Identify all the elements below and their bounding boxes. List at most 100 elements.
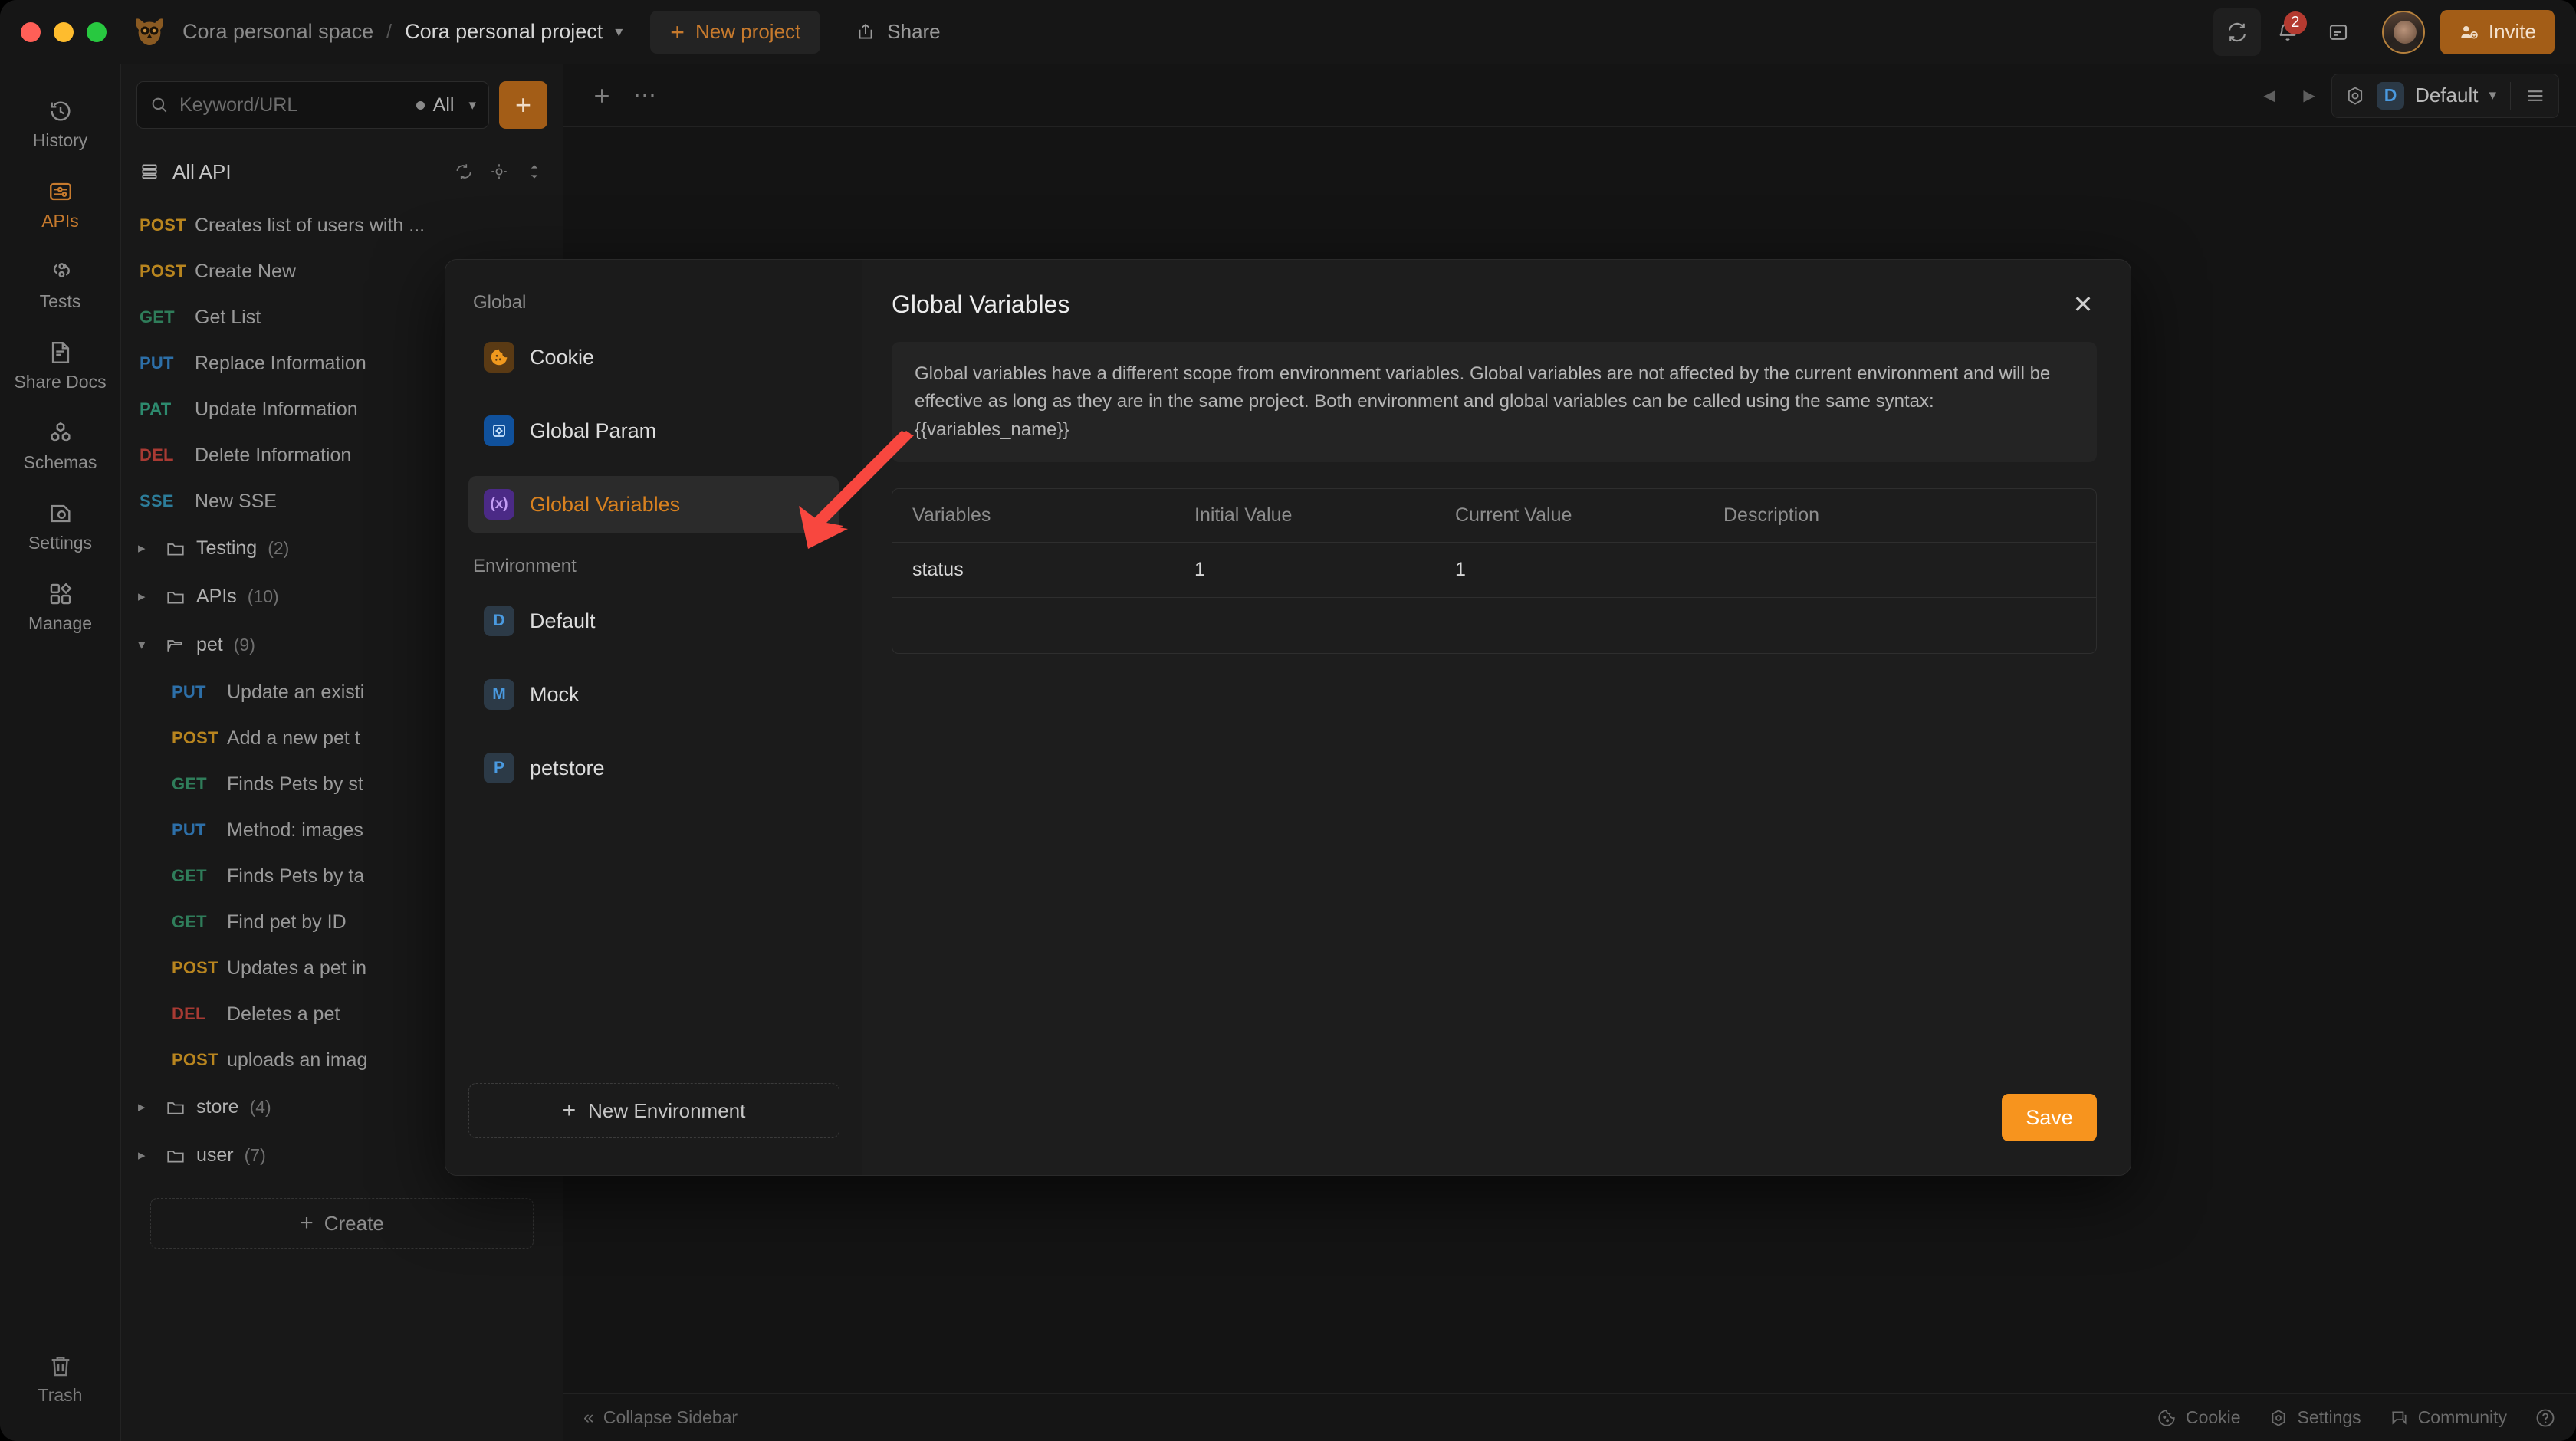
new-environment-label: New Environment [588, 1098, 746, 1122]
new-environment-button[interactable]: + New Environment [468, 1083, 840, 1138]
cell-variable-name[interactable]: status [892, 559, 1194, 581]
all-api-label: All API [172, 159, 232, 183]
close-icon[interactable]: ✕ [2065, 286, 2101, 323]
global-variables-dialog: Global Cookie Global Param (x) Global Va… [445, 259, 2131, 1176]
dialog-item-global-param[interactable]: Global Param [468, 402, 839, 459]
method-badge: PUT [172, 820, 206, 839]
env-chip-icon: M [484, 679, 514, 710]
notifications-bell-icon[interactable]: 2 [2264, 8, 2312, 56]
tests-icon [53, 263, 70, 277]
env-chip-icon: D [484, 606, 514, 636]
sidebar-item-schemas[interactable]: Schemas [6, 408, 115, 482]
method-badge: PUT [140, 353, 174, 373]
sync-icon[interactable] [2213, 8, 2261, 56]
api-name: New SSE [195, 490, 277, 512]
collapse-sidebar-button[interactable]: « Collapse Sidebar [583, 1407, 738, 1429]
search-row: Keyword/URL All ▾ + [121, 64, 563, 129]
dialog-item-label: Cookie [530, 345, 595, 369]
avatar[interactable] [2381, 10, 2425, 54]
api-name: Update an existi [227, 681, 365, 703]
minimize-window-button[interactable] [54, 21, 74, 42]
status-community-button[interactable]: Community [2389, 1407, 2507, 1428]
help-icon[interactable] [2535, 1407, 2556, 1429]
method-badge: PAT [140, 399, 172, 419]
create-button[interactable]: + Create [150, 1198, 534, 1249]
chevron-down-icon: ▾ [138, 637, 146, 653]
environment-selector[interactable]: D Default ▾ [2331, 73, 2559, 118]
method-badge: PUT [172, 682, 206, 701]
share-button[interactable]: Share [842, 11, 954, 54]
plus-icon: + [562, 1098, 577, 1123]
list-item[interactable]: POST Creates list of users with ... [121, 202, 563, 248]
sidebar-item-history[interactable]: History [6, 86, 115, 160]
method-badge: POST [140, 261, 186, 281]
status-label: Settings [2297, 1407, 2361, 1427]
sidebar-item-manage[interactable]: Manage [6, 569, 115, 643]
dialog-item-env-default[interactable]: D Default [468, 592, 839, 649]
api-name: Delete Information [195, 444, 352, 466]
plus-icon: + [300, 1210, 314, 1236]
api-name: Create New [195, 260, 296, 282]
share-icon [859, 23, 872, 39]
sort-icon[interactable] [524, 162, 544, 182]
new-tab-button[interactable] [580, 74, 623, 117]
api-name: Get List [195, 306, 261, 328]
section-global-label: Global [473, 292, 527, 313]
status-bar-right: Cookie Settings Community [2157, 1407, 2556, 1429]
folder-icon [167, 543, 184, 555]
menu-icon[interactable] [2525, 85, 2546, 107]
owl-logo-icon [132, 17, 167, 48]
folder-count: (9) [233, 635, 255, 655]
table-row-empty[interactable] [892, 598, 2096, 653]
dialog-item-env-mock[interactable]: M Mock [468, 666, 839, 723]
chevron-down-icon: ▾ [2489, 87, 2496, 103]
sidebar-label: Settings [28, 533, 93, 553]
nav-back-button[interactable]: ◀ [2252, 78, 2287, 113]
sidebar-label: Tests [39, 291, 81, 311]
tab-more-button[interactable]: ⋯ [623, 74, 666, 117]
chevron-down-icon[interactable]: ▾ [615, 22, 623, 41]
sidebar-item-tests[interactable]: Tests [6, 247, 115, 321]
table-header-row: Variables Initial Value Current Value De… [892, 489, 2096, 543]
chevron-right-icon: ▸ [138, 540, 146, 556]
dialog-item-cookie[interactable]: Cookie [468, 329, 839, 386]
method-badge: GET [172, 866, 207, 885]
chevron-down-icon: ▾ [468, 97, 476, 113]
breadcrumb-workspace[interactable]: Cora personal space [182, 20, 373, 44]
dialog-item-global-variables[interactable]: (x) Global Variables [468, 476, 839, 533]
sidebar-item-apis[interactable]: APIs [6, 166, 115, 241]
refresh-icon[interactable] [454, 162, 474, 182]
status-settings-button[interactable]: Settings [2269, 1407, 2361, 1428]
dialog-item-label: Default [530, 609, 596, 632]
settings-icon [50, 504, 71, 523]
dialog-item-env-petstore[interactable]: P petstore [468, 740, 839, 796]
maximize-window-button[interactable] [87, 21, 107, 42]
new-project-button[interactable]: + New project [650, 10, 821, 54]
invite-button[interactable]: Invite [2440, 9, 2555, 54]
create-label: Create [324, 1211, 384, 1235]
close-window-button[interactable] [21, 21, 41, 42]
all-api-header[interactable]: All API [121, 147, 563, 196]
locate-icon[interactable] [489, 162, 509, 182]
all-api-actions [454, 162, 544, 182]
api-name: uploads an imag [227, 1049, 368, 1071]
dialog-item-label: Global Param [530, 419, 657, 442]
invite-label: Invite [2488, 20, 2536, 43]
table-row[interactable]: status 1 1 [892, 543, 2096, 599]
cell-initial-value[interactable]: 1 [1194, 559, 1455, 581]
nav-forward-button[interactable]: ▶ [2292, 78, 2327, 113]
cell-current-value[interactable]: 1 [1455, 559, 1723, 581]
add-api-button[interactable]: + [499, 81, 547, 129]
folder-name: store [196, 1096, 239, 1118]
sidebar-item-share-docs[interactable]: Share Docs [6, 327, 115, 402]
sidebar-item-trash[interactable]: Trash [6, 1341, 115, 1415]
column-header-current-value: Current Value [1455, 504, 1572, 527]
sidebar-item-settings[interactable]: Settings [6, 488, 115, 563]
save-button[interactable]: Save [2002, 1094, 2097, 1141]
breadcrumb-project[interactable]: Cora personal project [405, 20, 603, 44]
status-cookie-button[interactable]: Cookie [2157, 1407, 2241, 1428]
method-filter-dropdown[interactable]: All ▾ [416, 94, 476, 117]
search-input[interactable]: Keyword/URL All ▾ [136, 81, 489, 129]
panel-icon[interactable] [2315, 8, 2362, 56]
window-controls[interactable] [0, 21, 107, 42]
